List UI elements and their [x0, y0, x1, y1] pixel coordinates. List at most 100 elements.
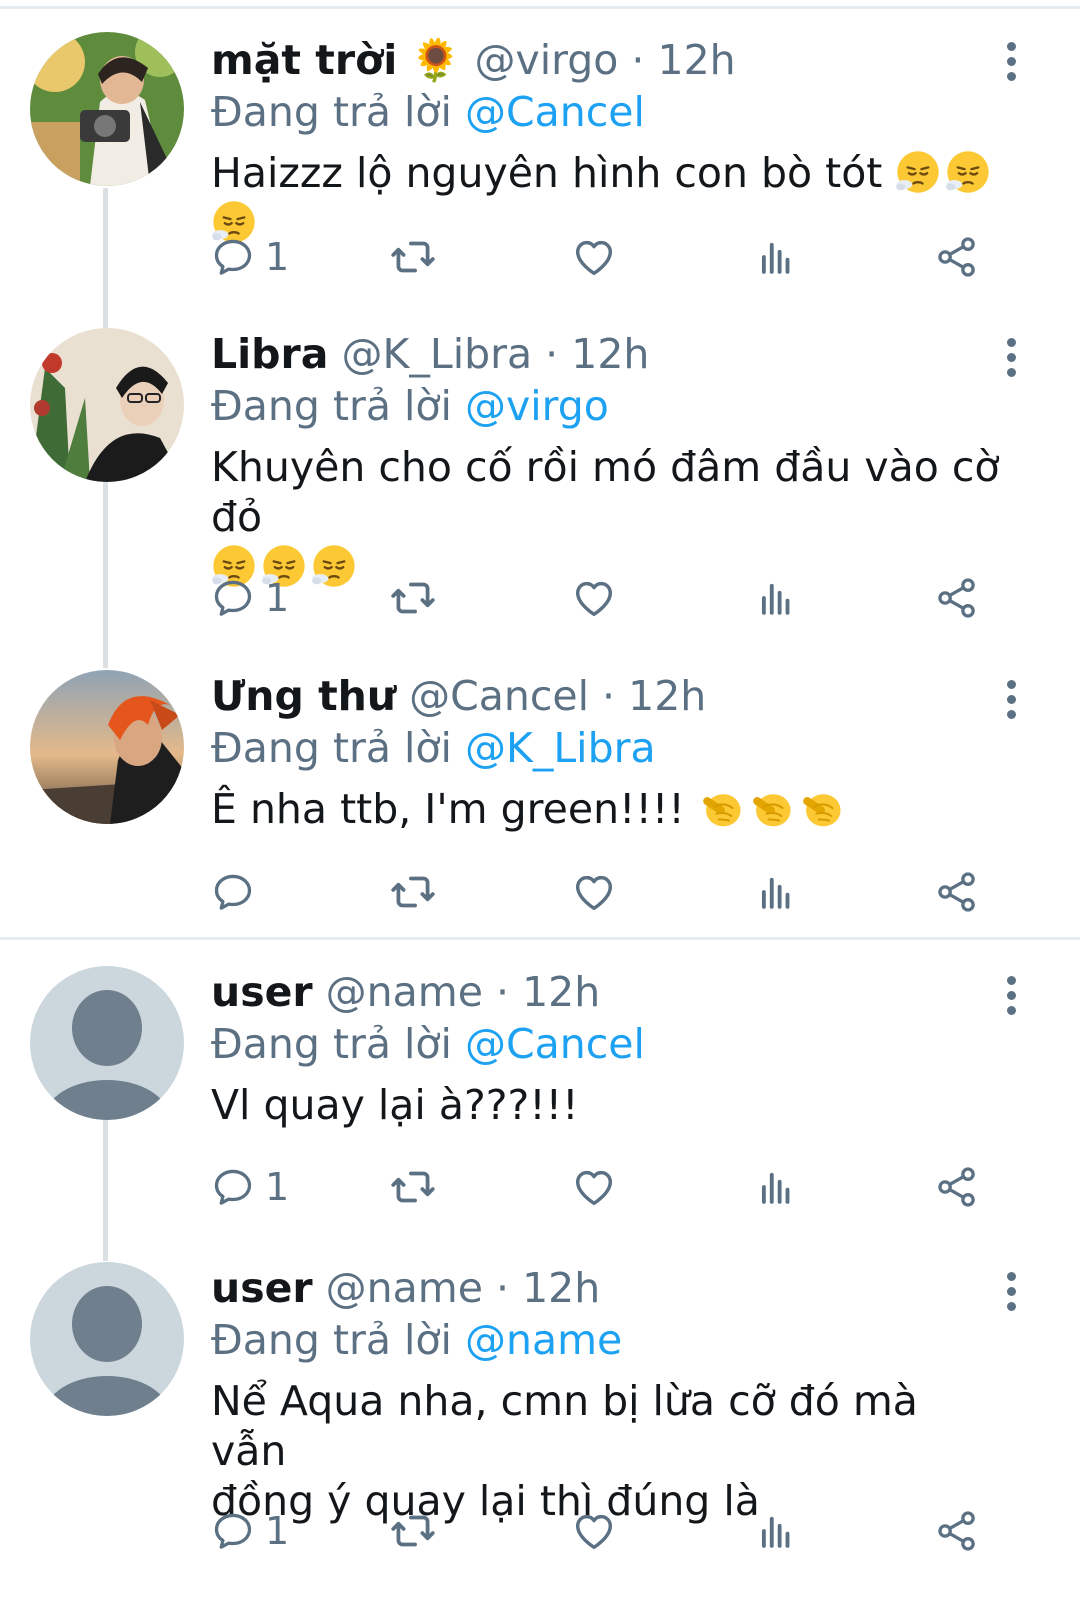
tweet-text-line: Nể Aqua nha, cmn bị lừa cỡ đó mà vẫn [211, 1377, 918, 1475]
like-button[interactable] [571, 232, 617, 282]
more-options-icon[interactable] [1004, 976, 1018, 1021]
tweet-actions: 1 [211, 1506, 1011, 1556]
analytics-button[interactable] [756, 1506, 798, 1556]
reply-button[interactable]: 1 [211, 573, 289, 623]
reply-count: 1 [265, 235, 290, 279]
analytics-button[interactable] [756, 1162, 798, 1212]
heart-icon [571, 1164, 617, 1210]
like-button[interactable] [571, 1506, 617, 1556]
share-button[interactable] [935, 232, 979, 282]
tweet[interactable]: user @name · 12h Đang trả lời @name Nể A… [0, 1262, 1080, 1602]
tweet-text: Ê nha ttb, I'm green!!!! [211, 784, 1000, 834]
dot-separator: · [602, 672, 616, 720]
avatar[interactable] [30, 32, 184, 186]
reply-button[interactable]: 1 [211, 232, 289, 282]
tweet[interactable]: Libra @K_Libra · 12h Đang trả lời @virgo… [0, 328, 1080, 648]
timestamp[interactable]: 12h [522, 968, 600, 1016]
reply-mention-link[interactable]: @Cancel [465, 88, 645, 136]
analytics-button[interactable] [756, 867, 798, 917]
dot-separator: · [631, 36, 645, 84]
avatar[interactable] [30, 670, 184, 824]
reply-button[interactable] [211, 867, 255, 917]
more-options-icon[interactable] [1004, 680, 1018, 725]
share-icon [935, 235, 979, 279]
timestamp[interactable]: 12h [658, 36, 736, 84]
display-name[interactable]: user [211, 968, 313, 1016]
timestamp[interactable]: 12h [571, 330, 649, 378]
reply-icon [211, 1509, 255, 1553]
tweet-text-content: Ê nha ttb, I'm green!!!! [211, 785, 685, 833]
reply-button[interactable]: 1 [211, 1506, 289, 1556]
share-icon [935, 1509, 979, 1553]
display-name[interactable]: mặt trời [211, 36, 397, 84]
timestamp[interactable]: 12h [522, 1264, 600, 1312]
tweet-text: Vl quay lại à???!!! [211, 1080, 1000, 1130]
retweet-button[interactable] [388, 1506, 438, 1556]
more-options-icon[interactable] [1004, 338, 1018, 383]
dot-separator: · [496, 968, 510, 1016]
handle[interactable]: @Cancel [409, 672, 589, 720]
tweet-header: Ưng thư @Cancel · 12h [211, 670, 1000, 722]
tweet-text-content: Vl quay lại à???!!! [211, 1081, 579, 1129]
heart-icon [571, 575, 617, 621]
relieved-puff-face-icon [945, 149, 991, 195]
analytics-icon [756, 1510, 798, 1552]
display-name[interactable]: user [211, 1264, 313, 1312]
reply-context: Đang trả lời @virgo [211, 380, 1000, 432]
retweet-icon [388, 1506, 438, 1556]
like-button[interactable] [571, 867, 617, 917]
share-button[interactable] [935, 1506, 979, 1556]
handle[interactable]: @K_Libra [341, 330, 532, 378]
avatar[interactable] [30, 328, 184, 482]
handle[interactable]: @name [326, 968, 483, 1016]
retweet-button[interactable] [388, 1162, 438, 1212]
reply-count: 1 [265, 576, 290, 620]
retweet-button[interactable] [388, 232, 438, 282]
share-button[interactable] [935, 573, 979, 623]
share-icon [935, 870, 979, 914]
share-button[interactable] [935, 1162, 979, 1212]
share-icon [935, 576, 979, 620]
tweet[interactable]: user @name · 12h Đang trả lời @Cancel Vl… [0, 966, 1080, 1236]
reply-icon [211, 576, 255, 620]
relieved-puff-face-icon [895, 149, 941, 195]
handle[interactable]: @name [326, 1264, 483, 1312]
retweet-icon [388, 573, 438, 623]
retweet-button[interactable] [388, 867, 438, 917]
tweet[interactable]: Ưng thư @Cancel · 12h Đang trả lời @K_Li… [0, 670, 1080, 930]
analytics-icon [756, 236, 798, 278]
reply-icon [211, 870, 255, 914]
more-options-icon[interactable] [1004, 1272, 1018, 1317]
reply-prefix: Đang trả lời [211, 724, 452, 772]
timestamp[interactable]: 12h [628, 672, 706, 720]
display-name[interactable]: Ưng thư [211, 672, 396, 720]
heart-icon [571, 1508, 617, 1554]
reply-prefix: Đang trả lời [211, 382, 452, 430]
avatar[interactable] [30, 966, 184, 1120]
reply-mention-link[interactable]: @name [465, 1316, 622, 1364]
like-button[interactable] [571, 573, 617, 623]
reply-mention-link[interactable]: @Cancel [465, 1020, 645, 1068]
handle[interactable]: @virgo [474, 36, 618, 84]
reply-mention-link[interactable]: @K_Libra [465, 724, 656, 772]
analytics-button[interactable] [756, 573, 798, 623]
retweet-button[interactable] [388, 573, 438, 623]
share-button[interactable] [935, 867, 979, 917]
reply-mention-link[interactable]: @virgo [465, 382, 609, 430]
display-name[interactable]: Libra [211, 330, 328, 378]
reply-button[interactable]: 1 [211, 1162, 289, 1212]
reply-count: 1 [265, 1165, 290, 1209]
more-options-icon[interactable] [1004, 42, 1018, 87]
pointing-fist-icon [698, 785, 744, 831]
top-divider [0, 6, 1080, 9]
reply-context: Đang trả lời @K_Libra [211, 722, 1000, 774]
reply-context: Đang trả lời @Cancel [211, 86, 1000, 138]
reply-prefix: Đang trả lời [211, 1020, 452, 1068]
tweet[interactable]: mặt trời 🌻 @virgo · 12h Đang trả lời @Ca… [0, 32, 1080, 302]
avatar[interactable] [30, 1262, 184, 1416]
analytics-button[interactable] [756, 232, 798, 282]
tweet-header: Libra @K_Libra · 12h [211, 328, 1000, 380]
tweet-text: Khuyên cho cố rồi mó đâm đầu vào cờ đỏ [211, 442, 1000, 592]
analytics-icon [756, 1166, 798, 1208]
like-button[interactable] [571, 1162, 617, 1212]
